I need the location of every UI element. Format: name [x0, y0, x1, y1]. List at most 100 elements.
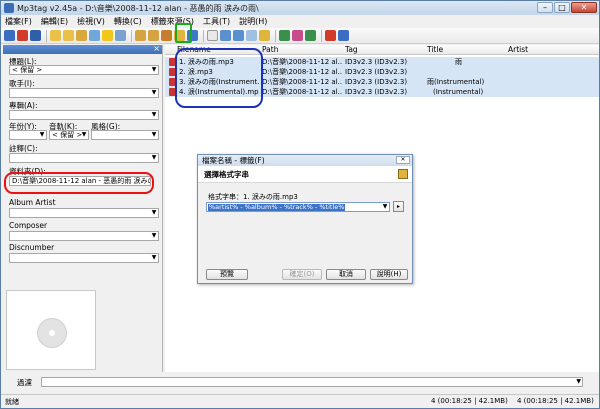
chevron-down-icon[interactable]: ▼ — [150, 154, 158, 162]
chevron-down-icon[interactable]: ▼ — [150, 232, 158, 240]
save-icon[interactable] — [4, 30, 15, 41]
discogs-icon[interactable] — [305, 30, 316, 41]
menu-file[interactable]: 檔案(F) — [5, 16, 32, 27]
status-ready: 就緒 — [5, 398, 19, 406]
close-button[interactable]: ✕ — [571, 2, 597, 13]
discnumber-combo[interactable]: ▼ — [9, 253, 159, 263]
separator — [131, 29, 132, 42]
freedb-icon[interactable] — [292, 30, 303, 41]
chevron-down-icon[interactable]: ▼ — [150, 89, 158, 97]
web-sources-icon[interactable] — [279, 30, 290, 41]
remove-tag-icon[interactable] — [17, 30, 28, 41]
menu-bar: 檔案(F) 編輯(E) 檢視(V) 轉換(C) 標籤來源(S) 工具(T) 說明… — [1, 15, 599, 28]
path-cell: D:\音樂\2008-11-12 al... — [262, 58, 342, 66]
playlist-icon[interactable] — [89, 30, 100, 41]
title-value: < 保留 > — [12, 66, 43, 74]
help-button[interactable]: 說明(H) — [370, 269, 408, 280]
preview-button[interactable]: 預覽 — [206, 269, 248, 280]
directory-highlight — [4, 172, 154, 194]
app-window: Mp3tag v2.45a - D:\音樂\2008-11-12 alan - … — [0, 0, 600, 409]
help-icon[interactable] — [338, 30, 349, 41]
composer-combo[interactable]: ▼ — [9, 231, 159, 241]
column-title[interactable]: Title — [427, 45, 443, 55]
change-directory-icon[interactable] — [50, 30, 61, 41]
format-string-value: %artist% - %album% - %track% - %title% — [208, 203, 346, 211]
column-tag[interactable]: Tag — [345, 45, 358, 55]
cd-disc-icon — [37, 318, 67, 348]
extended-tags-icon[interactable] — [207, 30, 218, 41]
chevron-down-icon[interactable]: ▼ — [38, 131, 46, 139]
title-cell: 雨(Instrumental) — [427, 78, 485, 86]
genre-combo[interactable]: ▼ — [91, 130, 159, 140]
tag-cell: ID3v2.3 (ID3v2.3) — [345, 68, 408, 76]
dialog-title-bar: 檔案名稱 - 標籤(F) ✕ — [198, 155, 412, 166]
placeholder-menu-button[interactable]: ▸ — [393, 201, 404, 212]
chevron-down-icon[interactable]: ▼ — [80, 131, 88, 139]
tag-tag-icon[interactable] — [220, 30, 231, 41]
column-path[interactable]: Path — [262, 45, 278, 55]
chevron-down-icon[interactable]: ▼ — [576, 378, 581, 386]
cover-art[interactable] — [6, 290, 96, 370]
tag-filename-dialog: 檔案名稱 - 標籤(F) ✕ 選擇格式字串 格式字串：1. 涙みの雨.mp3 %… — [197, 154, 413, 284]
title-cell: 雨 — [455, 58, 462, 66]
column-artist[interactable]: Artist — [508, 45, 528, 55]
menu-edit[interactable]: 編輯(E) — [41, 16, 68, 27]
chevron-down-icon[interactable]: ▼ — [150, 66, 158, 74]
composer-label: Composer — [9, 221, 48, 230]
tag-filename-icon[interactable] — [135, 30, 146, 41]
export-icon[interactable] — [246, 30, 257, 41]
track-value: < 保留 > — [52, 131, 83, 139]
close-icon[interactable]: ✕ — [396, 156, 410, 164]
title-bar: Mp3tag v2.45a - D:\音樂\2008-11-12 alan - … — [1, 1, 599, 15]
filter-input[interactable]: ▼ — [41, 377, 583, 387]
artist-combo[interactable]: ▼ — [9, 88, 159, 98]
filename-tag-icon[interactable] — [148, 30, 159, 41]
tag-cell: ID3v2.3 (ID3v2.3) — [345, 58, 408, 66]
cancel-button[interactable]: 取消 — [326, 269, 366, 280]
path-cell: D:\音樂\2008-11-12 al... — [262, 78, 342, 86]
menu-convert[interactable]: 轉換(C) — [114, 16, 142, 27]
separator — [46, 29, 47, 42]
discnumber-label: Discnumber — [9, 243, 55, 252]
add-directory-icon[interactable] — [63, 30, 74, 41]
album-combo[interactable]: ▼ — [9, 110, 159, 120]
menu-tools[interactable]: 工具(T) — [203, 16, 230, 27]
tag-cell: ID3v2.3 (ID3v2.3) — [345, 88, 408, 96]
ok-button[interactable]: 確定(O) — [282, 269, 322, 280]
tag-cell: ID3v2.3 (ID3v2.3) — [345, 78, 408, 86]
year-combo[interactable]: ▼ — [9, 130, 47, 140]
chevron-down-icon[interactable]: ▼ — [150, 254, 158, 262]
menu-view[interactable]: 檢視(V) — [77, 16, 105, 27]
text-file-icon[interactable] — [233, 30, 244, 41]
mp3tag-logo-icon — [4, 3, 14, 13]
status-selection: 4 (00:18:25 | 42.1MB) — [431, 397, 508, 405]
settings-icon[interactable] — [325, 30, 336, 41]
chevron-down-icon[interactable]: ▼ — [381, 203, 389, 211]
album-artist-combo[interactable]: ▼ — [9, 208, 159, 218]
maximize-button[interactable]: □ — [554, 2, 570, 13]
folder-icon[interactable] — [76, 30, 87, 41]
undo-icon[interactable] — [30, 30, 41, 41]
favorite-star-icon[interactable] — [102, 30, 113, 41]
chevron-down-icon[interactable]: ▼ — [150, 209, 158, 217]
format-string-input[interactable]: %artist% - %album% - %track% - %title% ▼ — [206, 202, 390, 212]
track-combo[interactable]: < 保留 > ▼ — [49, 130, 89, 140]
minimize-button[interactable]: – — [537, 2, 553, 13]
rename-icon[interactable] — [161, 30, 172, 41]
actions-icon[interactable] — [259, 30, 270, 41]
comment-combo[interactable]: ▼ — [9, 153, 159, 163]
menu-help[interactable]: 說明(H) — [239, 16, 267, 27]
tag-panel: × 標題(L): < 保留 > ▼ 歌手(I): ▼ 專輯(A): ▼ 年份(Y)… — [3, 44, 163, 372]
tag-filename-highlight — [175, 23, 192, 43]
tag-panel-header: × — [3, 44, 162, 54]
toolbar — [1, 28, 599, 44]
dialog-subtitle: 選擇格式字串 — [198, 166, 412, 183]
title-cell: (Instrumental) — [433, 88, 484, 96]
path-cell: D:\音樂\2008-11-12 al... — [262, 68, 342, 76]
path-cell: D:\音樂\2008-11-12 al... — [262, 88, 342, 96]
chevron-down-icon[interactable]: ▼ — [150, 111, 158, 119]
title-combo[interactable]: < 保留 > ▼ — [9, 65, 159, 75]
chevron-down-icon[interactable]: ▼ — [150, 131, 158, 139]
close-icon[interactable]: × — [153, 44, 160, 53]
options-icon[interactable] — [115, 30, 126, 41]
